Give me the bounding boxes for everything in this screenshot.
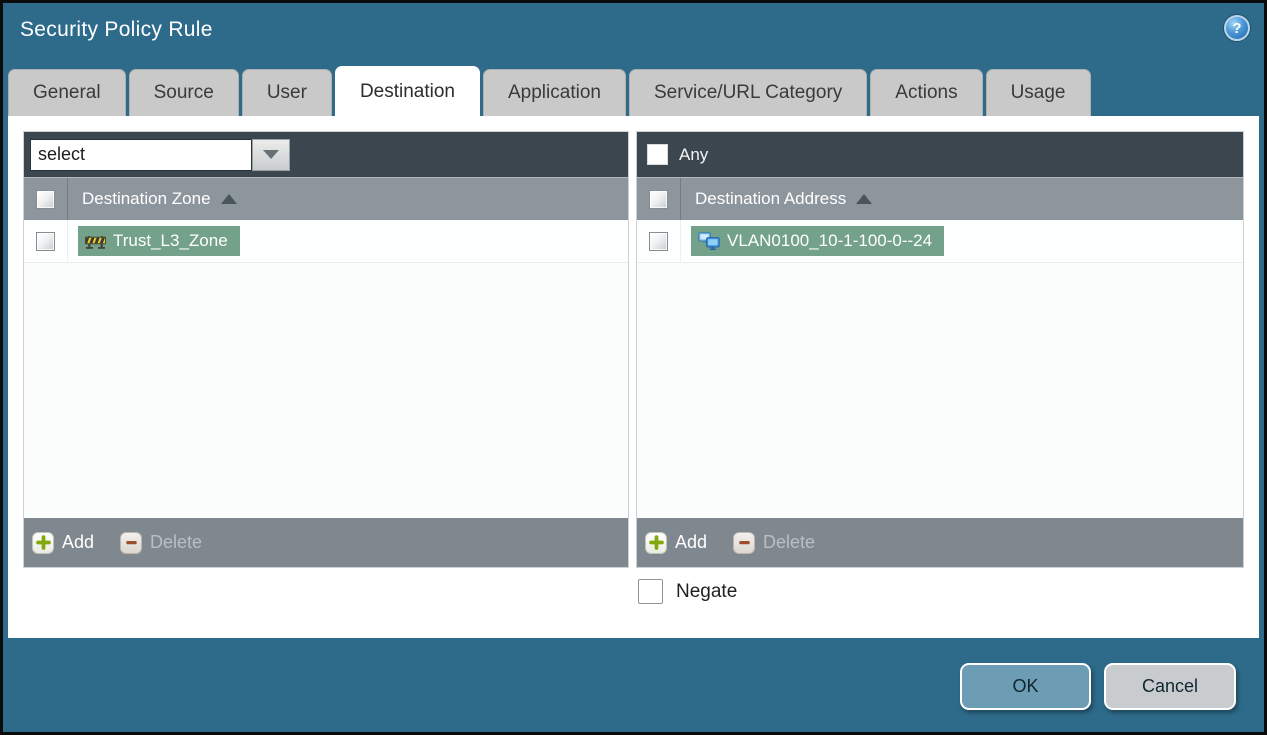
plus-icon [645, 531, 667, 554]
zone-select-combobox [30, 138, 290, 171]
add-button[interactable]: Add [32, 531, 95, 554]
address-table-header[interactable]: Destination Address [637, 177, 1243, 220]
table-row[interactable]: VLAN0100_10-1-100-0--24 [637, 220, 1243, 263]
zone-header-checkbox[interactable] [36, 189, 55, 209]
sort-ascending-icon [220, 194, 237, 204]
dialog-title: Security Policy Rule [20, 18, 213, 41]
delete-label: Delete [150, 532, 203, 552]
cancel-button[interactable]: Cancel [1104, 663, 1236, 710]
tab-user[interactable]: User [241, 69, 332, 116]
negate-control: Negate [638, 579, 737, 604]
zone-row-checkbox-cell [24, 220, 68, 262]
zone-footer: Add Delete [24, 518, 628, 567]
tab-destination[interactable]: Destination [334, 66, 480, 116]
zone-column-label: Destination Zone [82, 189, 211, 208]
add-button[interactable]: Add [645, 531, 708, 554]
address-column-label: Destination Address [695, 189, 847, 208]
delete-button[interactable]: Delete [120, 531, 203, 554]
minus-icon [120, 531, 143, 554]
tab-general[interactable]: General [8, 69, 126, 116]
tab-bar: General Source User Destination Applicat… [8, 66, 1259, 116]
delete-label: Delete [763, 532, 816, 552]
zone-toolbar [24, 132, 628, 177]
zone-rows: Trust_L3_Zone [24, 220, 628, 518]
address-rows: VLAN0100_10-1-100-0--24 [637, 220, 1243, 518]
tab-service-url-category[interactable]: Service/URL Category [628, 69, 868, 116]
network-computers-icon [698, 231, 720, 250]
add-label: Add [675, 532, 708, 552]
minus-icon [733, 531, 756, 554]
address-header-checkbox-cell [637, 178, 681, 220]
zone-icon [85, 235, 106, 249]
plus-icon [32, 531, 54, 554]
tab-application[interactable]: Application [483, 69, 626, 116]
security-policy-rule-dialog: Security Policy Rule ? General Source Us… [0, 0, 1267, 735]
zone-row-checkbox[interactable] [36, 231, 55, 251]
table-row[interactable]: Trust_L3_Zone [24, 220, 628, 263]
address-chip[interactable]: VLAN0100_10-1-100-0--24 [691, 226, 945, 256]
sort-ascending-icon [856, 194, 873, 204]
any-control: Any [643, 144, 708, 165]
address-row-checkbox-cell [637, 220, 681, 262]
negate-checkbox[interactable] [638, 579, 663, 604]
zone-chip-label: Trust_L3_Zone [113, 231, 228, 250]
ok-button[interactable]: OK [960, 663, 1091, 710]
address-row-checkbox[interactable] [649, 231, 668, 251]
any-checkbox[interactable] [647, 144, 668, 165]
add-label: Add [62, 532, 95, 552]
zone-select-input[interactable] [30, 138, 252, 171]
delete-button[interactable]: Delete [733, 531, 816, 554]
help-icon[interactable]: ? [1224, 15, 1250, 41]
destination-zone-panel: Destination Zone [24, 132, 628, 567]
zone-select-dropdown-button[interactable] [252, 138, 290, 171]
address-toolbar: Any [637, 132, 1243, 177]
address-chip-label: VLAN0100_10-1-100-0--24 [727, 231, 933, 250]
tab-usage[interactable]: Usage [985, 69, 1091, 116]
tab-source[interactable]: Source [128, 69, 239, 116]
zone-chip[interactable]: Trust_L3_Zone [78, 226, 240, 256]
title-bar: Security Policy Rule ? [3, 3, 1264, 65]
address-footer: Add Delete [637, 518, 1243, 567]
chevron-down-icon [263, 150, 279, 159]
negate-label: Negate [676, 580, 738, 602]
address-header-checkbox[interactable] [649, 189, 668, 209]
tab-actions[interactable]: Actions [870, 69, 983, 116]
zone-table-header[interactable]: Destination Zone [24, 177, 628, 220]
zone-header-checkbox-cell [24, 178, 68, 220]
destination-tab-content: Destination Zone [8, 116, 1259, 638]
destination-address-panel: Any Destination Address VLAN0100_10-1-10… [637, 132, 1243, 567]
any-label: Any [679, 144, 709, 164]
